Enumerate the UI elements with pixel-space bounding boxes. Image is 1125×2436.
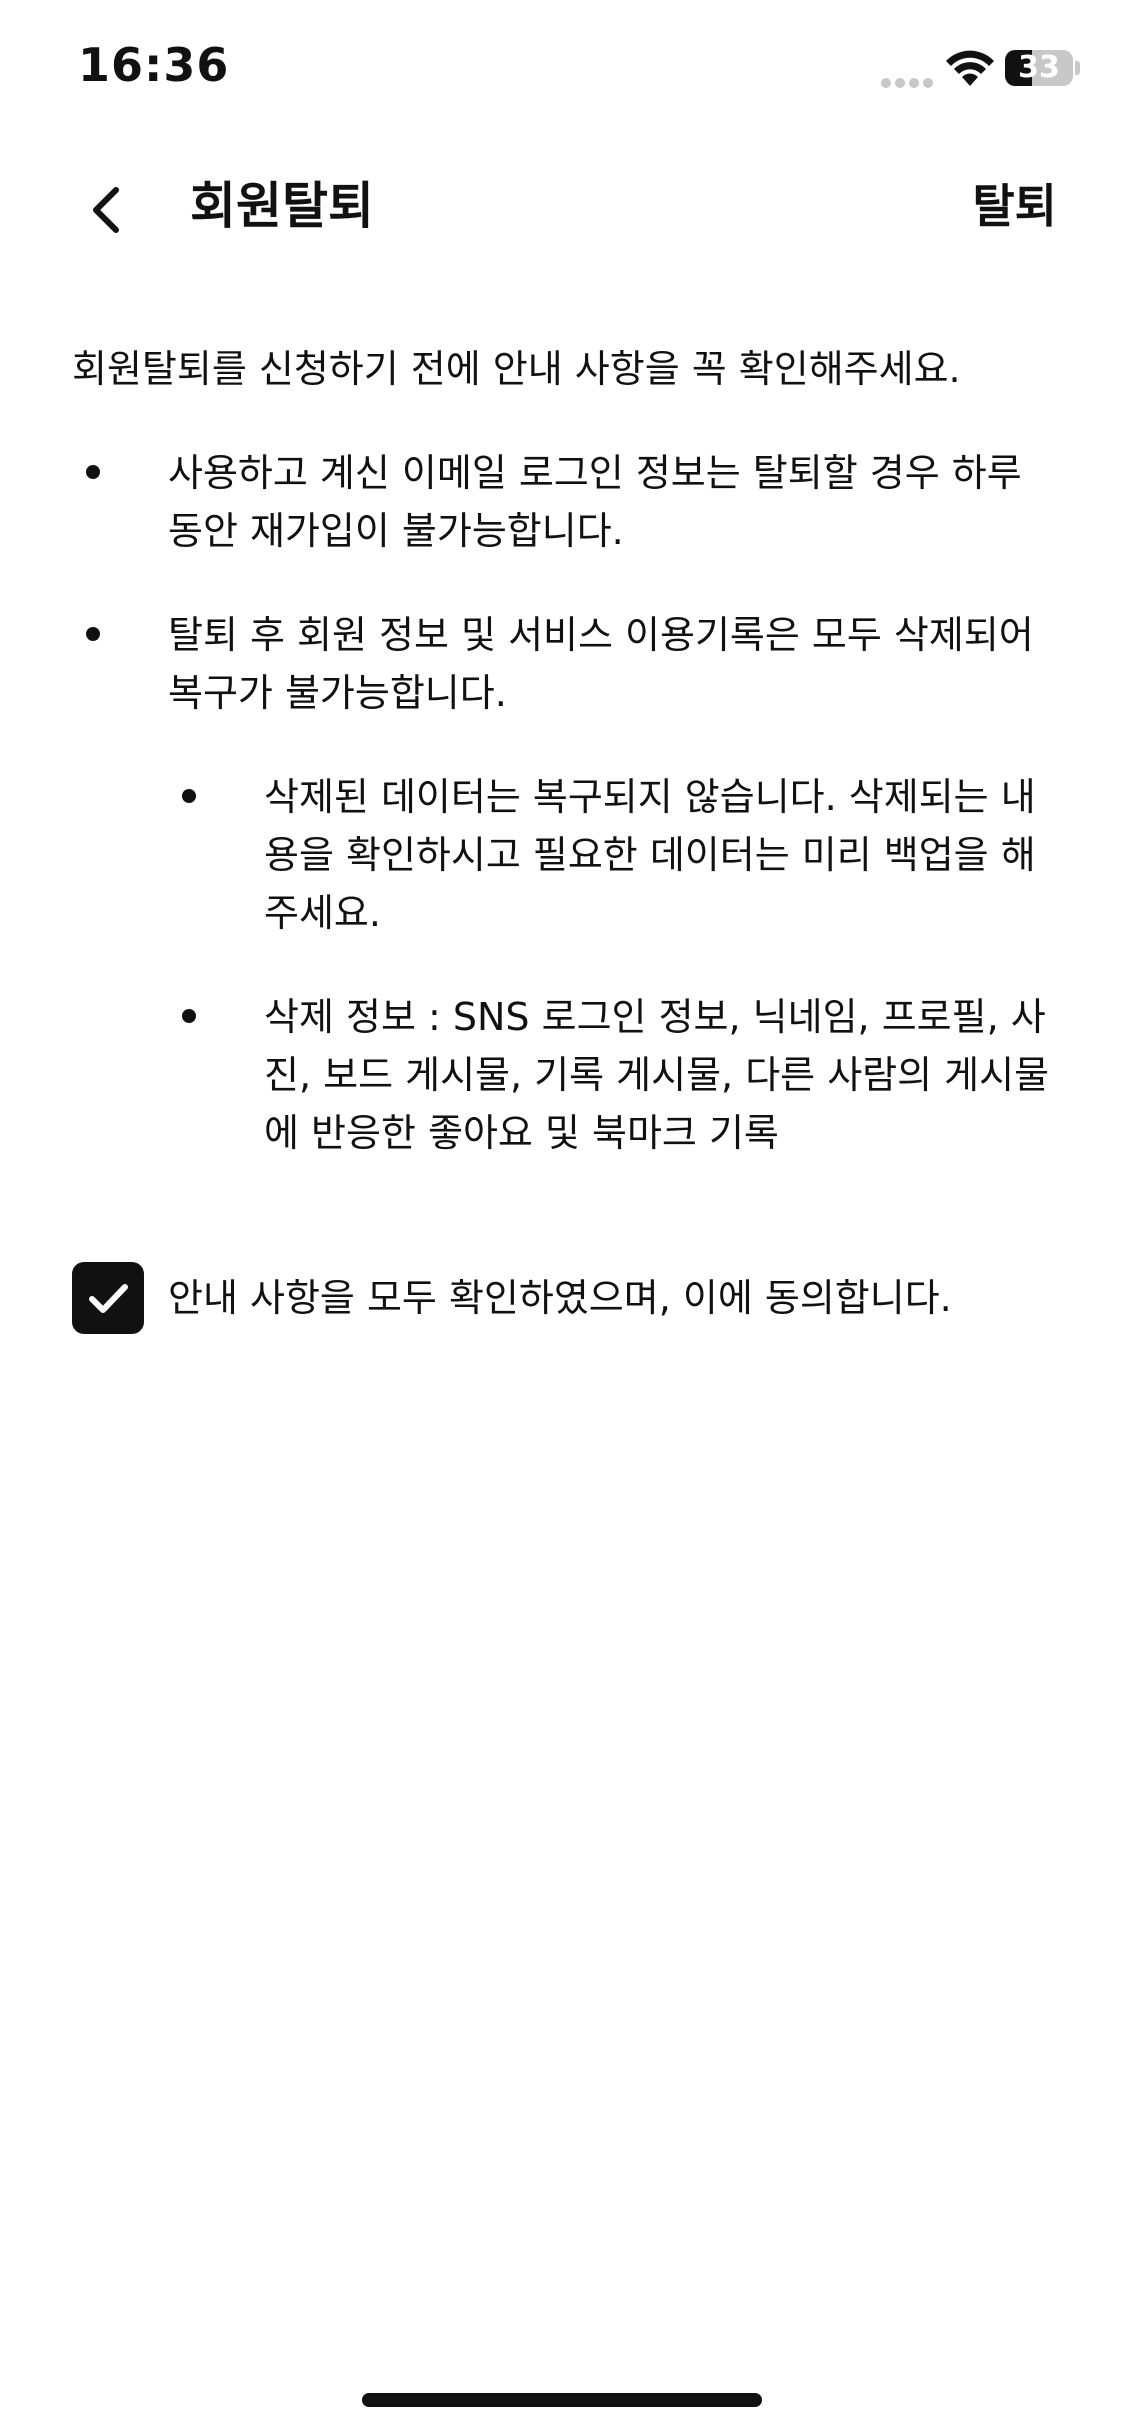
list-item: 사용하고 계신 이메일 로그인 정보는 탈퇴할 경우 하루 동안 재가입이 불가…	[72, 444, 1062, 560]
list-item-text: 사용하고 계신 이메일 로그인 정보는 탈퇴할 경우 하루 동안 재가입이 불가…	[168, 451, 1022, 553]
sub-list-item: 삭제 정보 : SNS 로그인 정보, 닉네임, 프로필, 사진, 보드 게시물…	[168, 988, 1062, 1162]
battery-icon: 33	[1005, 50, 1081, 86]
agreement-label[interactable]: 안내 사항을 모두 확인하였으며, 이에 동의합니다.	[168, 1268, 952, 1328]
chevron-left-icon	[93, 187, 119, 233]
list-item: 탈퇴 후 회원 정보 및 서비스 이용기록은 모두 삭제되어 복구가 불가능합니…	[72, 606, 1062, 1162]
sub-list-item-text: 삭제 정보 : SNS 로그인 정보, 닉네임, 프로필, 사진, 보드 게시물…	[264, 995, 1050, 1155]
agreement-checkbox-row[interactable]: 안내 사항을 모두 확인하였으며, 이에 동의합니다.	[72, 1262, 1062, 1336]
back-button[interactable]	[68, 170, 148, 250]
notice-content: 회원탈퇴를 신청하기 전에 안내 사항을 꼭 확인해주세요. 사용하고 계신 이…	[72, 340, 1062, 1208]
page-title: 회원탈퇴	[190, 177, 374, 235]
bullet-icon	[86, 627, 100, 641]
battery-tip	[1075, 61, 1080, 75]
notice-list: 사용하고 계신 이메일 로그인 정보는 탈퇴할 경우 하루 동안 재가입이 불가…	[72, 444, 1062, 1162]
bullet-icon	[182, 1009, 196, 1023]
agreement-checkbox[interactable]	[72, 1262, 144, 1334]
list-item-text: 탈퇴 후 회원 정보 및 서비스 이용기록은 모두 삭제되어 복구가 불가능합니…	[168, 613, 1034, 715]
navigation-bar: 회원탈퇴 탈퇴	[0, 140, 1125, 270]
battery-level: 33	[1018, 50, 1060, 85]
sub-notice-list: 삭제된 데이터는 복구되지 않습니다. 삭제되는 내용을 확인하시고 필요한 데…	[168, 768, 1062, 1162]
status-bar: 16:36 33	[0, 0, 1125, 140]
wifi-icon	[945, 48, 995, 88]
checkmark-icon	[89, 1284, 128, 1313]
home-indicator	[362, 2393, 762, 2407]
sub-list-item: 삭제된 데이터는 복구되지 않습니다. 삭제되는 내용을 확인하시고 필요한 데…	[168, 768, 1062, 942]
bullet-icon	[182, 789, 196, 803]
intro-text: 회원탈퇴를 신청하기 전에 안내 사항을 꼭 확인해주세요.	[72, 347, 961, 391]
signal-icon	[880, 74, 936, 88]
withdraw-button[interactable]: 탈퇴	[972, 174, 1057, 238]
bullet-icon	[86, 465, 100, 479]
sub-list-item-text: 삭제된 데이터는 복구되지 않습니다. 삭제되는 내용을 확인하시고 필요한 데…	[264, 775, 1036, 935]
status-time: 16:36	[78, 38, 230, 92]
